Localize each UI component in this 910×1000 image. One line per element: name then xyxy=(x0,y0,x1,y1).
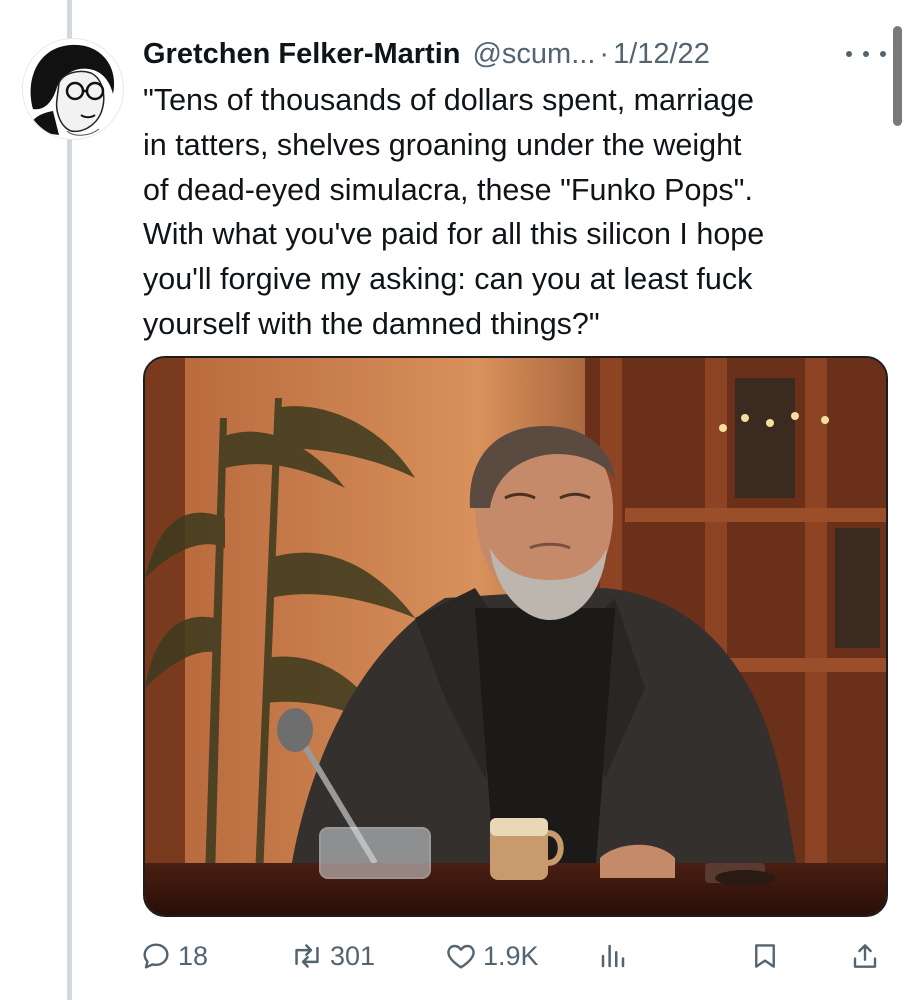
bookmark-button[interactable] xyxy=(750,934,780,978)
reply-count: 18 xyxy=(178,940,209,971)
reply-button[interactable]: 18 xyxy=(140,934,208,978)
more-icon[interactable] xyxy=(846,42,886,66)
tweet-actions-bar: 18 301 1.9K xyxy=(140,934,900,978)
bookmark-icon xyxy=(755,944,775,968)
retweet-icon xyxy=(295,944,319,968)
tweet-text-line: "Tens of thousands of dollars spent, mar… xyxy=(143,83,754,117)
tweet-text-line: you'll forgive my asking: can you at lea… xyxy=(143,262,753,297)
tweet-text-line: in tatters, shelves groaning under the w… xyxy=(143,127,742,162)
share-button[interactable] xyxy=(850,934,880,978)
reply-icon xyxy=(143,943,169,969)
author-handle[interactable]: @scum... xyxy=(472,38,595,71)
tweet-date[interactable]: 1/12/22 xyxy=(613,38,710,71)
separator-dot: · xyxy=(599,37,610,70)
scrollbar[interactable] xyxy=(893,26,902,126)
retweet-button[interactable]: 301 xyxy=(290,934,375,978)
heart-icon xyxy=(447,944,475,969)
tweet-header: Gretchen Felker-Martin @scum... · 1/12/2… xyxy=(143,34,710,74)
avatar[interactable] xyxy=(22,38,124,140)
tweet-text-line: of dead-eyed simulacra, these "Funko Pop… xyxy=(143,172,753,207)
views-icon xyxy=(601,944,625,968)
like-count: 1.9K xyxy=(483,940,539,971)
views-button[interactable] xyxy=(598,934,628,978)
share-icon xyxy=(853,944,877,968)
tweet-text-line: yourself with the damned things?" xyxy=(143,306,600,341)
tweet-text-line: With what you've paid for all this silic… xyxy=(143,217,765,252)
author-name[interactable]: Gretchen Felker-Martin xyxy=(143,38,460,71)
avatar-illustration xyxy=(23,39,123,139)
thread-line xyxy=(67,0,72,1000)
retweet-count: 301 xyxy=(330,940,376,971)
talk-show-photo xyxy=(145,358,886,915)
like-button[interactable]: 1.9K xyxy=(445,934,539,978)
tweet-media-image[interactable] xyxy=(143,356,888,917)
tweet-text: "Tens of thousands of dollars spent, mar… xyxy=(143,78,873,347)
